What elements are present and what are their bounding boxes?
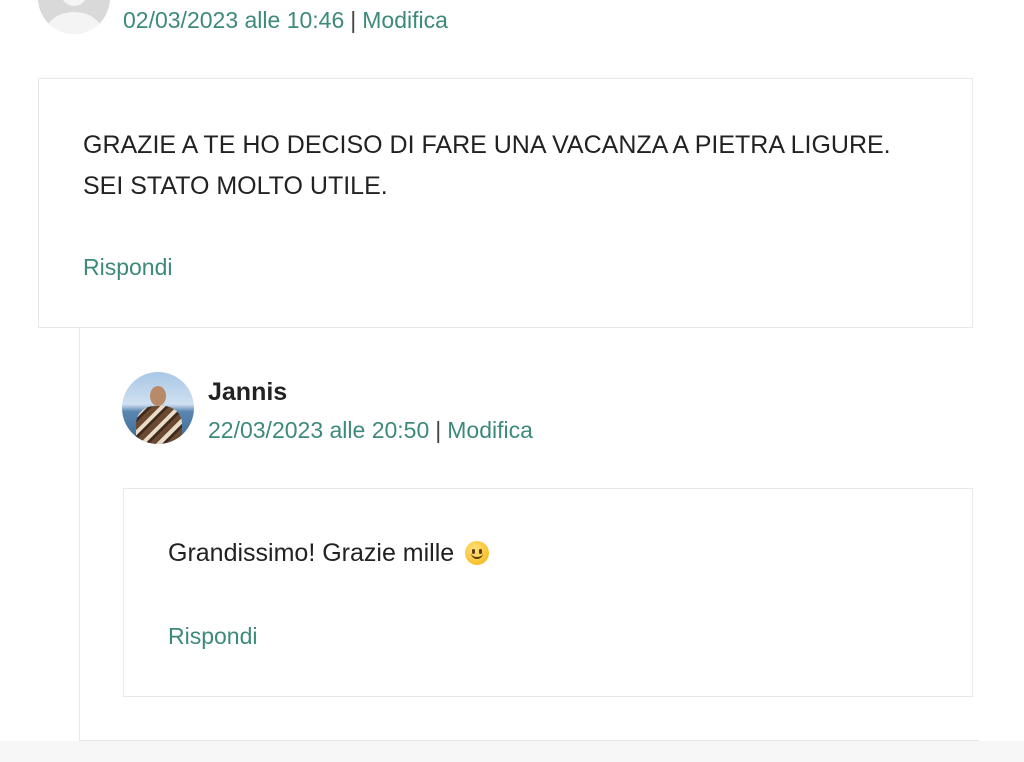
comment-date-link[interactable]: 02/03/2023 alle 10:46 bbox=[123, 7, 344, 33]
comment-text-line: SEI STATO MOLTO UTILE. bbox=[83, 172, 388, 200]
avatar-body-shape bbox=[136, 406, 182, 444]
comment-text-content: Grandissimo! Grazie mille bbox=[168, 539, 455, 567]
meta-separator: | bbox=[435, 417, 442, 443]
page-footer-strip bbox=[0, 741, 1024, 762]
comment-text-line: GRAZIE A TE HO DECISO DI FARE UNA VACANZ… bbox=[83, 131, 891, 159]
comment-meta: 02/03/2023 alle 10:46 | Modifica bbox=[123, 6, 448, 34]
comment-content-box: Grandissimo! Grazie mille Rispondi bbox=[123, 488, 973, 697]
default-avatar bbox=[38, 0, 110, 34]
avatar-shoulders-shape bbox=[46, 12, 102, 34]
comment-text: Grandissimo! Grazie mille bbox=[168, 533, 490, 573]
comment-meta: 22/03/2023 alle 20:50 | Modifica bbox=[208, 416, 533, 444]
avatar[interactable] bbox=[122, 372, 194, 444]
comment-author: Jannis bbox=[208, 378, 288, 406]
slightly-smiling-face-icon bbox=[465, 541, 490, 565]
reply-link[interactable]: Rispondi bbox=[83, 253, 173, 281]
avatar-face-shape bbox=[150, 386, 166, 406]
reply-link[interactable]: Rispondi bbox=[168, 622, 258, 650]
comment-content-box: GRAZIE A TE HO DECISO DI FARE UNA VACANZ… bbox=[38, 78, 973, 328]
avatar-head-shape bbox=[61, 0, 87, 6]
smiley-mouth-shape bbox=[471, 553, 484, 559]
edit-link[interactable]: Modifica bbox=[447, 417, 533, 443]
edit-link[interactable]: Modifica bbox=[362, 7, 448, 33]
comments-page: 02/03/2023 alle 10:46 | Modifica GRAZIE A … bbox=[0, 0, 1024, 762]
meta-separator: | bbox=[350, 7, 357, 33]
comment-text: GRAZIE A TE HO DECISO DI FARE UNA VACANZ… bbox=[83, 125, 943, 207]
comment-date-link[interactable]: 22/03/2023 alle 20:50 bbox=[208, 417, 429, 443]
